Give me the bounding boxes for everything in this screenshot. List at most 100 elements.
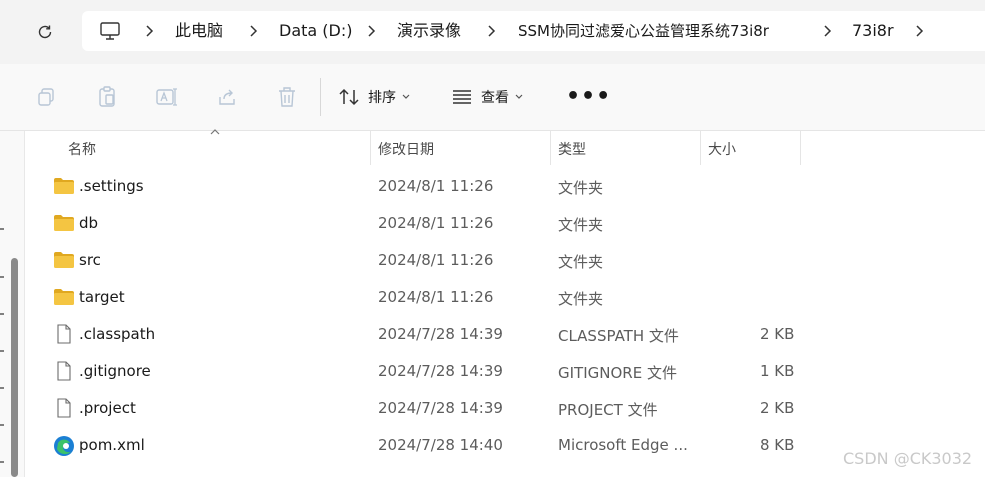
file-name: .gitignore xyxy=(79,362,151,380)
column-header-modified[interactable]: 修改日期 xyxy=(378,139,434,159)
file-row[interactable]: .classpath 2024/7/28 14:39 CLASSPATH 文件 2 K… xyxy=(25,316,985,353)
folder-icon xyxy=(53,176,75,196)
chevron-right-icon[interactable] xyxy=(366,23,376,39)
file-modified: 2024/7/28 14:39 xyxy=(378,399,503,417)
file-name: .project xyxy=(79,399,136,417)
file-type: PROJECT 文件 xyxy=(558,401,658,419)
more-options-button[interactable]: ••• xyxy=(566,86,611,108)
nav-tick xyxy=(0,313,4,315)
file-row[interactable]: .settings 2024/8/1 11:26 文件夹 xyxy=(25,168,985,205)
watermark: CSDN @CK3032 xyxy=(843,449,973,468)
folder-icon xyxy=(53,287,75,307)
file-modified: 2024/7/28 14:40 xyxy=(378,436,503,454)
file-name: db xyxy=(79,214,99,232)
nav-tick xyxy=(0,228,4,230)
rename-icon xyxy=(156,88,177,106)
paste-button[interactable] xyxy=(95,85,119,109)
nav-tick xyxy=(0,424,4,426)
column-header-row: 名称 修改日期 类型 大小 xyxy=(25,131,985,165)
address-strip: 此电脑 Data (D:) 演示录像 SSM协同过滤爱心公益管理系统73i8r … xyxy=(0,0,985,64)
column-header-type[interactable]: 类型 xyxy=(558,139,586,159)
view-button[interactable]: 查看 xyxy=(451,83,523,111)
toolbar-divider xyxy=(320,78,321,116)
nav-tick xyxy=(0,276,4,278)
file-size: 2 KB xyxy=(760,325,795,343)
delete-button[interactable] xyxy=(275,85,299,109)
file-type: CLASSPATH 文件 xyxy=(558,327,679,345)
file-type: 文件夹 xyxy=(558,253,604,271)
paste-icon xyxy=(99,86,115,107)
copy-button[interactable] xyxy=(34,85,58,109)
refresh-icon xyxy=(38,25,52,39)
folder-icon xyxy=(53,213,75,233)
computer-icon[interactable] xyxy=(99,21,121,41)
file-icon xyxy=(53,324,75,344)
chevron-right-icon[interactable] xyxy=(486,23,496,39)
column-separator[interactable] xyxy=(800,131,801,165)
file-row[interactable]: .gitignore 2024/7/28 14:39 GITIGNORE 文件 1 K… xyxy=(25,353,985,390)
file-type: 文件夹 xyxy=(558,216,604,234)
column-header-size[interactable]: 大小 xyxy=(708,139,736,159)
breadcrumb-item-recordings[interactable]: 演示录像 xyxy=(397,21,461,41)
file-row[interactable]: .project 2024/7/28 14:39 PROJECT 文件 2 KB xyxy=(25,390,985,427)
sort-icon xyxy=(339,88,359,106)
file-icon xyxy=(53,398,75,418)
edge-icon xyxy=(53,435,75,456)
trash-icon xyxy=(279,87,295,107)
column-header-name[interactable]: 名称 xyxy=(68,139,96,159)
file-modified: 2024/8/1 11:26 xyxy=(378,214,494,232)
file-size: 2 KB xyxy=(760,399,795,417)
view-list-icon xyxy=(453,90,471,104)
nav-tick xyxy=(0,350,4,352)
copy-icon xyxy=(38,88,54,106)
file-size: 8 KB xyxy=(760,436,795,454)
file-modified: 2024/7/28 14:39 xyxy=(378,325,503,343)
file-name: .settings xyxy=(79,177,144,195)
file-icon xyxy=(53,361,75,381)
file-type: Microsoft Edge ... xyxy=(558,436,688,454)
breadcrumb-item-current[interactable]: 73i8r xyxy=(852,21,894,41)
file-modified: 2024/8/1 11:26 xyxy=(378,251,494,269)
sort-button[interactable]: 排序 xyxy=(338,83,410,111)
file-row[interactable]: target 2024/8/1 11:26 文件夹 xyxy=(25,279,985,316)
breadcrumb-item-drive[interactable]: Data (D:) xyxy=(279,21,352,41)
file-row[interactable]: db 2024/8/1 11:26 文件夹 xyxy=(25,205,985,242)
column-separator[interactable] xyxy=(700,131,701,165)
share-button[interactable] xyxy=(215,85,239,109)
refresh-button[interactable] xyxy=(33,20,57,44)
chevron-right-icon[interactable] xyxy=(144,23,154,39)
share-icon xyxy=(219,89,235,105)
file-name: .classpath xyxy=(79,325,156,343)
sort-label: 排序 xyxy=(368,90,396,106)
breadcrumb-item-this-pc[interactable]: 此电脑 xyxy=(175,21,223,41)
chevron-right-icon[interactable] xyxy=(248,23,258,39)
file-explorer-window: 此电脑 Data (D:) 演示录像 SSM协同过滤爱心公益管理系统73i8r … xyxy=(0,0,985,477)
breadcrumb-item-project[interactable]: SSM协同过滤爱心公益管理系统73i8r xyxy=(518,21,769,41)
nav-tick xyxy=(0,461,4,463)
file-name: pom.xml xyxy=(79,436,145,454)
file-name: target xyxy=(79,288,125,306)
view-label: 查看 xyxy=(481,90,509,106)
file-row[interactable]: pom.xml 2024/7/28 14:40 Microsoft Edge ...… xyxy=(25,427,985,464)
file-modified: 2024/7/28 14:39 xyxy=(378,362,503,380)
column-separator[interactable] xyxy=(370,131,371,165)
file-row[interactable]: src 2024/8/1 11:26 文件夹 xyxy=(25,242,985,279)
chevron-right-icon[interactable] xyxy=(822,23,832,39)
file-type: 文件夹 xyxy=(558,179,604,197)
chevron-down-icon xyxy=(402,94,410,99)
file-type: GITIGNORE 文件 xyxy=(558,364,677,382)
file-modified: 2024/8/1 11:26 xyxy=(378,288,494,306)
scrollbar-thumb[interactable] xyxy=(11,258,18,477)
address-bar[interactable]: 此电脑 Data (D:) 演示录像 SSM协同过滤爱心公益管理系统73i8r … xyxy=(82,11,985,51)
chevron-right-icon[interactable] xyxy=(914,23,924,39)
folder-icon xyxy=(53,250,75,270)
file-modified: 2024/8/1 11:26 xyxy=(378,177,494,195)
rename-button[interactable] xyxy=(155,85,179,109)
file-size: 1 KB xyxy=(760,362,795,380)
nav-tick xyxy=(0,387,4,389)
column-separator[interactable] xyxy=(550,131,551,165)
chevron-down-icon xyxy=(515,94,523,99)
file-type: 文件夹 xyxy=(558,290,604,308)
command-bar: 排序 查看 xyxy=(0,64,985,131)
file-name: src xyxy=(79,251,101,269)
